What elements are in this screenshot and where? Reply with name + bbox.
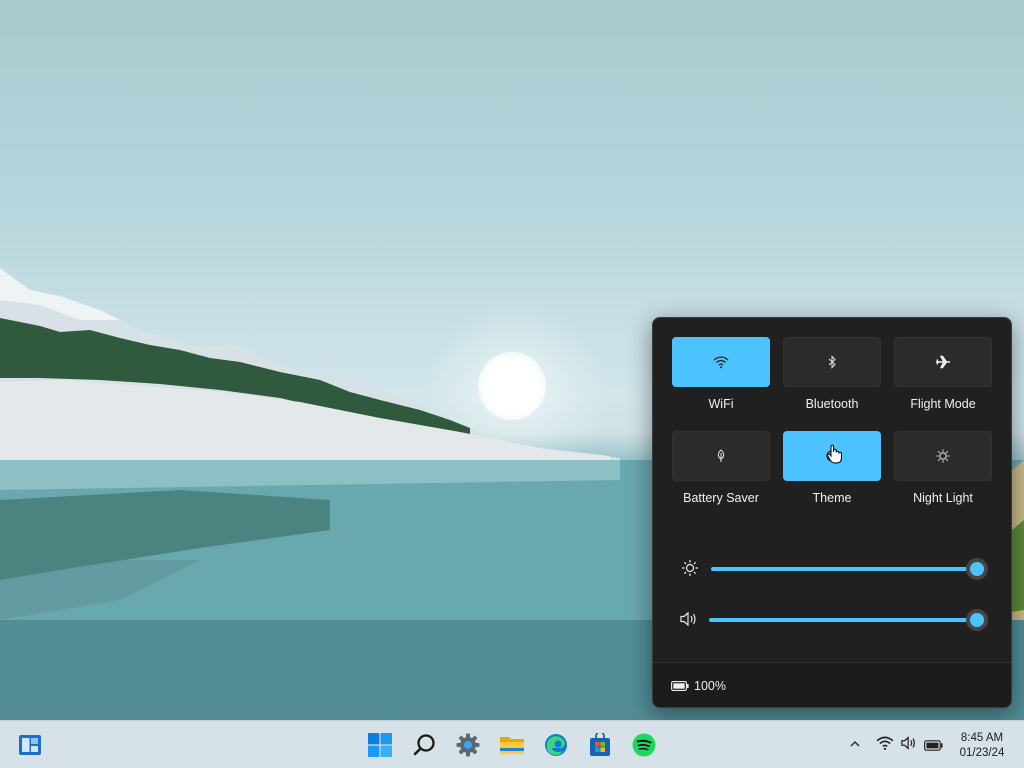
- file-explorer-icon: [500, 737, 524, 754]
- volume-slider-thumb[interactable]: [966, 609, 988, 631]
- wifi-toggle[interactable]: [672, 337, 770, 387]
- start-button[interactable]: [364, 729, 396, 761]
- tray-volume-button[interactable]: [900, 735, 918, 756]
- brightness-slider-track[interactable]: [711, 567, 973, 571]
- settings-icon: [456, 733, 480, 757]
- search-icon: [413, 734, 435, 756]
- spotify-button[interactable]: [628, 729, 660, 761]
- tray-wifi-button[interactable]: [876, 735, 894, 756]
- brightness-icon: [681, 559, 699, 582]
- airplane-icon: [936, 355, 950, 369]
- battery-saver-label: Battery Saver: [683, 491, 759, 505]
- battery-icon: [924, 740, 943, 751]
- store-button[interactable]: [584, 729, 616, 761]
- clock-date: 01/23/24: [959, 747, 1005, 759]
- theme-label: Theme: [812, 491, 852, 505]
- file-explorer-button[interactable]: [496, 729, 528, 761]
- battery-percent: 100%: [694, 679, 726, 693]
- spotify-icon: [632, 733, 656, 757]
- night-light-toggle[interactable]: [894, 431, 992, 481]
- wifi-icon: [876, 736, 894, 750]
- taskbar: 8:45 AM 01/23/24: [0, 720, 1024, 768]
- brightness-slider-thumb[interactable]: [966, 558, 988, 580]
- volume-slider-track[interactable]: [709, 618, 973, 622]
- battery-saver-icon: [717, 449, 725, 462]
- quick-settings-footer: 100%: [653, 662, 1011, 707]
- battery-icon: [671, 681, 689, 691]
- bluetooth-icon: [828, 355, 836, 369]
- tray-battery-button[interactable]: [924, 738, 943, 756]
- battery-saver-toggle[interactable]: [672, 431, 770, 481]
- widgets-button[interactable]: [14, 729, 46, 761]
- quick-settings-panel: WiFi Bluetooth Flight Mode Battery Saver…: [652, 317, 1012, 708]
- settings-button[interactable]: [452, 729, 484, 761]
- bluetooth-label: Bluetooth: [805, 397, 859, 411]
- show-hidden-icons-button[interactable]: [849, 737, 861, 755]
- search-button[interactable]: [409, 729, 441, 761]
- night-light-icon: [936, 449, 950, 463]
- widgets-icon: [19, 735, 41, 755]
- volume-icon[interactable]: [679, 610, 699, 633]
- clock-time: 8:45 AM: [960, 732, 1004, 744]
- store-icon: [590, 733, 610, 756]
- bluetooth-toggle[interactable]: [783, 337, 881, 387]
- battery-status[interactable]: 100%: [671, 679, 726, 693]
- chevron-up-icon: [850, 741, 860, 747]
- hand-cursor-icon: [826, 444, 844, 471]
- wifi-icon: [713, 356, 729, 369]
- sun: [478, 352, 546, 420]
- edge-button[interactable]: [540, 729, 572, 761]
- flight-mode-toggle[interactable]: [894, 337, 992, 387]
- volume-icon: [901, 736, 915, 750]
- wifi-label: WiFi: [708, 397, 734, 411]
- clock[interactable]: 8:45 AM 01/23/24: [950, 731, 1014, 761]
- night-light-label: Night Light: [913, 491, 973, 505]
- windows-start-icon: [368, 733, 392, 757]
- edge-icon: [545, 734, 567, 756]
- flight-mode-label: Flight Mode: [910, 397, 976, 411]
